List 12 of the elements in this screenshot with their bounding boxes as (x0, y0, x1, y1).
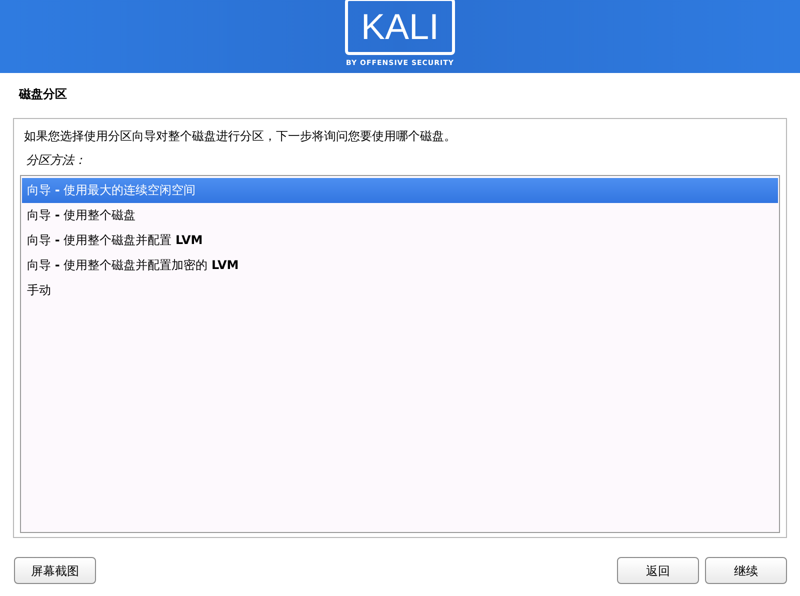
list-option[interactable]: 向导 - 使用整个磁盘并配置 LVM (22, 228, 778, 253)
description-text: 如果您选择使用分区向导对整个磁盘进行分区，下一步将询问您要使用哪个磁盘。 (24, 129, 456, 143)
continue-button[interactable]: 继续 (705, 557, 787, 584)
list-option[interactable]: 向导 - 使用整个磁盘 (22, 203, 778, 228)
list-label: 分区方法： (26, 153, 86, 167)
list-option[interactable]: 向导 - 使用最大的连续空闲空间 (22, 178, 778, 203)
logo-text: KALI (360, 8, 440, 45)
list-option[interactable]: 向导 - 使用整个磁盘并配置加密的 LVM (22, 253, 778, 278)
list-option[interactable]: 手动 (22, 278, 778, 303)
back-button[interactable]: 返回 (617, 557, 699, 584)
page-title: 磁盘分区 (19, 87, 67, 101)
screenshot-button[interactable]: 屏幕截图 (14, 557, 96, 584)
